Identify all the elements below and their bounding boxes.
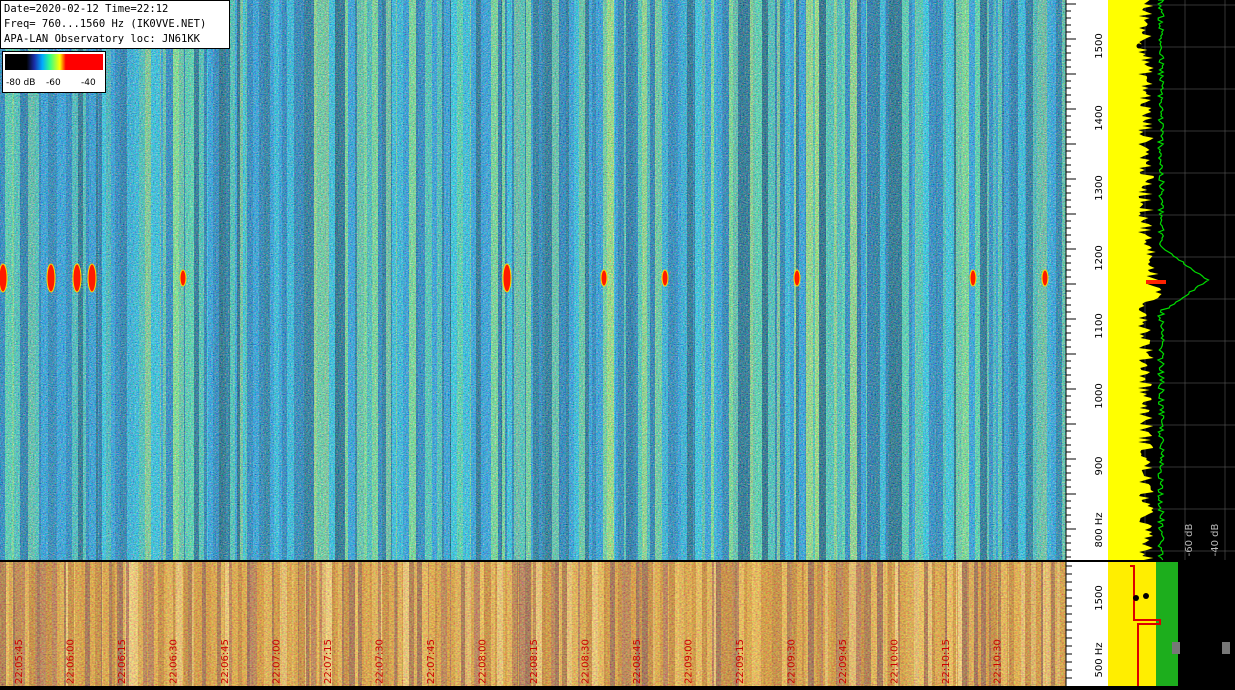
time-label: 22:08:45 — [632, 639, 643, 684]
color-scale-mid: -60 — [46, 78, 61, 88]
signal-peak — [969, 269, 977, 287]
freq-tick-label: 1200 — [1094, 245, 1105, 270]
freq-tick-label: 800 Hz — [1094, 512, 1105, 547]
signal-peak — [72, 263, 82, 293]
signal-peak — [600, 269, 608, 287]
time-label: 22:07:00 — [272, 639, 283, 684]
lower-freq-tick-label: 500 Hz — [1094, 642, 1105, 677]
color-scale-min: -80 dB — [6, 78, 36, 88]
time-label: 22:07:30 — [375, 639, 386, 684]
upper-waterfall-speckle — [0, 0, 1066, 560]
freq-tick-label: 1300 — [1094, 175, 1105, 200]
color-scale-legend: -80 dB -60 -40 — [2, 51, 106, 93]
time-label: 22:05:45 — [14, 639, 25, 684]
signal-peak — [46, 263, 56, 293]
time-label: 22:08:30 — [581, 639, 592, 684]
time-label: 22:06:00 — [66, 639, 77, 684]
color-scale-max: -40 — [81, 78, 96, 88]
time-label: 22:08:00 — [478, 639, 489, 684]
signal-peak — [1041, 269, 1049, 287]
spectrum-peak-marker — [1146, 280, 1166, 284]
spectrum-dot — [1136, 43, 1142, 49]
time-label: 22:07:45 — [426, 639, 437, 684]
freq-tick-label: 1100 — [1094, 313, 1105, 338]
time-label: 22:09:00 — [684, 639, 695, 684]
time-label: 22:09:15 — [735, 639, 746, 684]
spectrogram-viewer: 22:05:45 22:06:00 22:06:15 22:06:30 22:06:45… — [0, 0, 1235, 686]
time-label: 22:06:30 — [169, 639, 180, 684]
time-label: 22:10:00 — [890, 639, 901, 684]
time-label: 22:07:15 — [323, 639, 334, 684]
signal-peak — [179, 269, 187, 287]
info-date-line: Date=2020-02-12 Time=22:12 — [4, 3, 169, 15]
signal-peak — [0, 263, 8, 293]
freq-tick-label: 1000 — [1094, 383, 1105, 408]
spectrogram-canvas: 22:05:45 22:06:00 22:06:15 22:06:30 22:06:45… — [0, 0, 1235, 686]
freq-tick-label: 1500 — [1094, 33, 1105, 58]
freq-tick-label: 1400 — [1094, 105, 1105, 130]
time-label: 22:06:15 — [117, 639, 128, 684]
info-observatory-line: APA-LAN Observatory loc: JN61KK — [4, 33, 200, 45]
signal-peak — [661, 269, 669, 287]
signal-peak — [793, 269, 801, 287]
freq-tick-label: 900 — [1094, 456, 1105, 475]
time-label: 22:10:15 — [941, 639, 952, 684]
signal-peak — [502, 263, 512, 293]
time-label: 22:09:30 — [787, 639, 798, 684]
db-label-60: -60 dB — [1184, 524, 1195, 557]
info-box: Date=2020-02-12 Time=22:12 Freq= 760...1… — [0, 0, 230, 49]
time-label: 22:09:45 — [838, 639, 849, 684]
time-label: 22:08:15 — [529, 639, 540, 684]
color-scale-gradient — [5, 54, 103, 70]
time-label: 22:10:30 — [993, 639, 1004, 684]
db-label-40: -40 dB — [1210, 524, 1221, 557]
lower-freq-tick-label: 1500 — [1094, 585, 1105, 610]
signal-peak — [87, 263, 97, 293]
time-label: 22:06:45 — [220, 639, 231, 684]
info-freq-line: Freq= 760...1560 Hz (IK0VVE.NET) — [4, 18, 207, 30]
